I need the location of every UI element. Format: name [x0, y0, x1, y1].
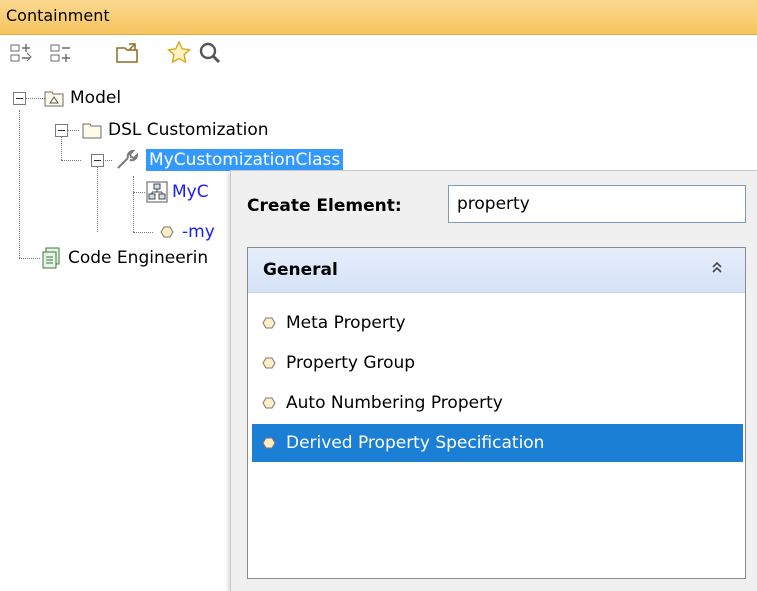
list-item-property-group[interactable]: Property Group	[252, 344, 743, 382]
expand-toggle[interactable]	[13, 92, 26, 105]
tree-node-diagram[interactable]: MyC	[146, 179, 209, 205]
tree-node-model[interactable]: Model	[44, 85, 121, 111]
property-icon	[160, 226, 174, 238]
group-header-general[interactable]: General	[248, 248, 745, 293]
property-icon	[262, 317, 276, 329]
create-element-search-input[interactable]	[448, 185, 746, 223]
expand-toggle[interactable]	[91, 154, 104, 167]
containment-title-bar: Containment	[0, 0, 757, 35]
containment-toolbar	[0, 36, 757, 70]
list-item-meta-property[interactable]: Meta Property	[252, 304, 743, 342]
panel-title: Containment	[6, 6, 110, 25]
create-element-popup: Create Element: General Meta Property Pr…	[230, 170, 757, 591]
tree-node-code-engineering[interactable]: Code Engineerin	[42, 245, 208, 271]
collapse-all-icon[interactable]	[8, 39, 36, 67]
property-icon	[262, 357, 276, 369]
tree-node-dsl-customization[interactable]: DSL Customization	[82, 117, 269, 143]
favorite-star-icon[interactable]	[165, 39, 193, 67]
open-folder-icon[interactable]	[114, 39, 142, 67]
element-type-list: General Meta Property Property Group Aut…	[247, 247, 746, 579]
wrench-icon	[117, 149, 139, 169]
folder-icon	[82, 123, 102, 139]
model-package-icon	[44, 91, 64, 107]
expand-all-icon[interactable]	[48, 39, 76, 67]
code-engineering-icon	[42, 247, 60, 269]
list-item-auto-numbering-property[interactable]: Auto Numbering Property	[252, 384, 743, 422]
expand-toggle[interactable]	[55, 124, 68, 137]
list-item-derived-property-specification[interactable]: Derived Property Specification	[252, 424, 743, 462]
search-icon[interactable]	[196, 39, 224, 67]
collapse-group-icon[interactable]	[711, 260, 723, 274]
tree-node-property[interactable]: -my	[160, 219, 215, 245]
create-element-label: Create Element:	[247, 196, 402, 216]
property-icon	[262, 437, 276, 449]
property-icon	[262, 397, 276, 409]
diagram-icon	[146, 181, 168, 203]
